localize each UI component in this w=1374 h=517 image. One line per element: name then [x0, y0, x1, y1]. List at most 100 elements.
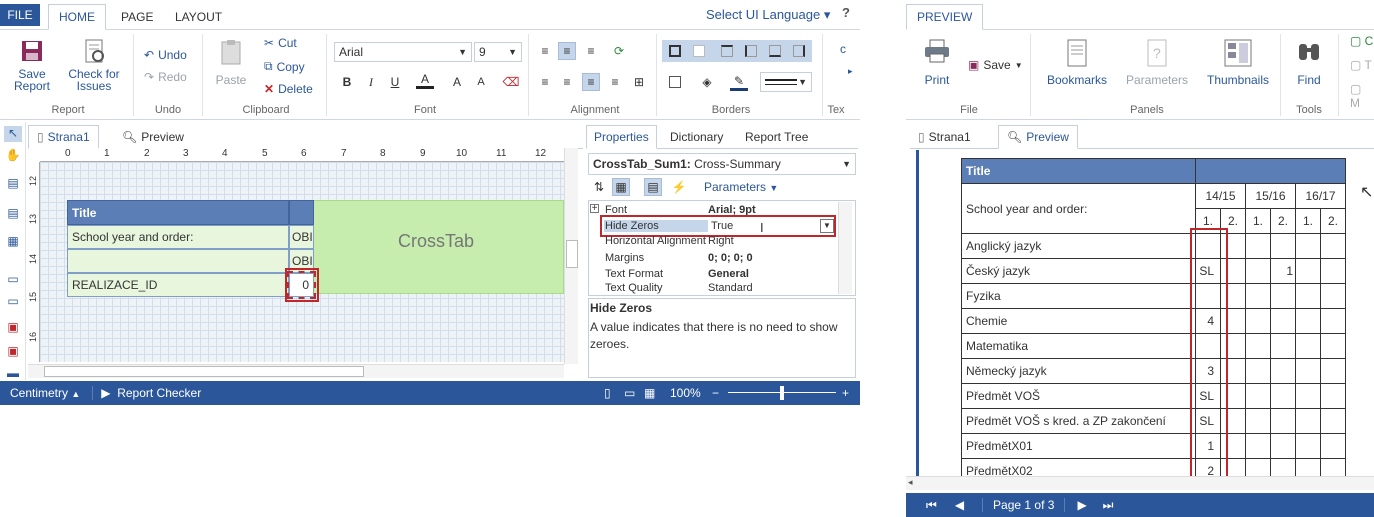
image-tool-icon[interactable]: ▣	[4, 320, 22, 336]
align-middle-icon[interactable]: ≡	[558, 42, 576, 60]
sort-az-icon[interactable]: ⇅	[590, 178, 608, 196]
justify-icon[interactable]: ≡	[606, 73, 624, 91]
parameters-dropdown[interactable]: Parameters ▼	[704, 180, 778, 194]
events-icon[interactable]: ⚡	[670, 178, 688, 196]
align-center-icon[interactable]: ≡	[558, 73, 576, 91]
expand-icon[interactable]: +	[590, 204, 599, 214]
shadow-icon[interactable]	[666, 73, 684, 91]
hand-tool-icon[interactable]: ✋	[4, 148, 22, 164]
scroll-thumb[interactable]	[44, 366, 364, 377]
property-row[interactable]: Text Quality Standard	[604, 282, 836, 294]
zoom-options-icon[interactable]: ▢ C	[1350, 34, 1373, 48]
copy-button[interactable]: ⧉ Copy	[264, 59, 305, 74]
undo-button[interactable]: ↶ Undo	[144, 48, 187, 62]
bold-button[interactable]: B	[338, 73, 356, 91]
find-button[interactable]: Find	[1292, 38, 1326, 86]
paste-button[interactable]: Paste	[212, 38, 250, 86]
font-color-button[interactable]: A	[416, 71, 434, 89]
prev-page-icon[interactable]: ◀	[955, 498, 964, 512]
rotate-icon[interactable]: ⟳	[610, 42, 628, 60]
band-tool-icon[interactable]: ▤	[4, 176, 22, 192]
scroll-left-icon[interactable]: ◂	[908, 477, 913, 488]
tab-properties[interactable]: Properties	[586, 125, 657, 149]
border-all-icon[interactable]	[666, 42, 684, 60]
obi-cell-1[interactable]: OBI	[289, 225, 314, 249]
border-left-icon[interactable]	[742, 42, 760, 60]
wordwrap-icon[interactable]: ⊞	[630, 73, 648, 91]
crossband-tool-icon[interactable]: ▤	[4, 206, 22, 222]
dropdown-button[interactable]: ▼	[820, 219, 834, 233]
designer-vscroll[interactable]	[564, 148, 578, 364]
tab-strana1[interactable]: ▯ Strana1	[910, 125, 979, 149]
shape-tool-icon[interactable]: ▬	[4, 366, 22, 382]
shrink-font-button[interactable]: A	[472, 73, 490, 91]
object-selector[interactable]: CrossTab_Sum1: Cross-Summary ▼	[588, 153, 856, 175]
tab-strana1[interactable]: ▯ Strana1	[28, 125, 99, 149]
zoom-in-icon[interactable]: +	[842, 386, 849, 400]
redo-button[interactable]: ↷ Redo	[144, 70, 187, 84]
check-issues-button[interactable]: Check for Issues	[62, 38, 126, 92]
zoom-out-icon[interactable]: −	[712, 386, 719, 400]
save-report-button[interactable]: Save Report	[8, 38, 56, 92]
tab-home[interactable]: HOME	[48, 4, 106, 30]
file-tab[interactable]: FILE	[0, 4, 40, 26]
title-cell[interactable]: Title	[67, 200, 289, 225]
text-group-icon[interactable]: c	[840, 42, 846, 56]
properties-view-icon[interactable]: ▤	[644, 178, 662, 196]
help-button[interactable]: ?	[842, 5, 850, 20]
align-bottom-icon[interactable]: ≡	[582, 42, 600, 60]
thumbnails-button[interactable]: Thumbnails	[1200, 38, 1276, 86]
last-page-icon[interactable]: ⏭	[1103, 498, 1114, 513]
school-year-cell[interactable]: School year and order:	[67, 225, 289, 249]
text-tool-icon[interactable]: ▭	[4, 272, 22, 288]
parameters-button[interactable]: ? Parameters	[1122, 38, 1192, 86]
pen-color-icon[interactable]: ✎	[730, 73, 748, 91]
delete-button[interactable]: ✕ Delete	[264, 82, 313, 96]
save-dropdown[interactable]: ▣ Save ▼	[968, 58, 1023, 72]
designer-hscroll[interactable]	[28, 364, 564, 378]
property-row[interactable]: Margins 0; 0; 0; 0	[604, 250, 836, 266]
eraser-icon[interactable]: ⌫	[502, 73, 520, 91]
report-checker-button[interactable]: ▶ Report Checker	[92, 386, 201, 400]
unit-selector[interactable]: Centimetry ▲	[10, 386, 80, 400]
properties-vscroll[interactable]	[838, 202, 852, 294]
design-surface[interactable]: CrossTab Title School year and order: OB…	[40, 162, 564, 362]
tab-page[interactable]: PAGE	[111, 4, 163, 30]
property-row[interactable]: Text Format General	[604, 266, 836, 282]
bookmarks-button[interactable]: Bookmarks	[1042, 38, 1112, 86]
fill-bucket-icon[interactable]: ◈	[698, 73, 716, 91]
italic-button[interactable]: I	[362, 73, 380, 91]
preview-page[interactable]: Title School year and order: 14/15 15/16…	[920, 150, 1374, 476]
view-fit-icon[interactable]: ▭	[624, 386, 635, 400]
title-cell-extra[interactable]	[289, 200, 314, 225]
border-bottom-icon[interactable]	[766, 42, 784, 60]
border-style-combo[interactable]: ▼	[760, 72, 812, 92]
underline-button[interactable]: U	[386, 73, 404, 91]
grow-font-button[interactable]: A	[448, 73, 466, 91]
tab-preview-ribbon[interactable]: PREVIEW	[906, 4, 984, 30]
zoom-slider-thumb[interactable]	[780, 386, 784, 400]
multi-page-icon[interactable]: ▢ M	[1350, 82, 1374, 110]
next-page-icon[interactable]: ▶	[1077, 498, 1086, 512]
font-family-combo[interactable]: Arial ▼	[334, 42, 472, 62]
preview-hscroll[interactable]: ◂	[906, 476, 1374, 490]
scroll-thumb[interactable]	[566, 240, 578, 268]
view-zoom-icon[interactable]: ▦	[644, 386, 655, 400]
border-top-icon[interactable]	[718, 42, 736, 60]
first-page-icon[interactable]: ⏮	[926, 498, 937, 513]
chart-tool-icon[interactable]: ▣	[4, 344, 22, 360]
page-width-icon[interactable]: ▢ T	[1350, 58, 1372, 72]
realizace-id-cell[interactable]: REALIZACE_ID	[67, 273, 289, 297]
empty-row-cell[interactable]	[67, 249, 289, 273]
align-right-icon[interactable]: ≡	[582, 73, 600, 91]
view-page-icon[interactable]: ▯	[604, 386, 611, 400]
font-size-combo[interactable]: 9 ▼	[474, 42, 522, 62]
property-row[interactable]: Horizontal Alignment Right	[604, 234, 836, 248]
ui-language-selector[interactable]: Select UI Language ▾	[706, 7, 830, 23]
tab-dictionary[interactable]: Dictionary	[663, 125, 730, 149]
crosstab-area[interactable]: CrossTab	[313, 200, 564, 294]
pointer-tool-icon[interactable]: ↖	[4, 126, 22, 142]
align-top-icon[interactable]: ≡	[536, 42, 554, 60]
cut-button[interactable]: ✂ Cut	[264, 36, 297, 50]
table-tool-icon[interactable]: ▦	[4, 234, 22, 250]
